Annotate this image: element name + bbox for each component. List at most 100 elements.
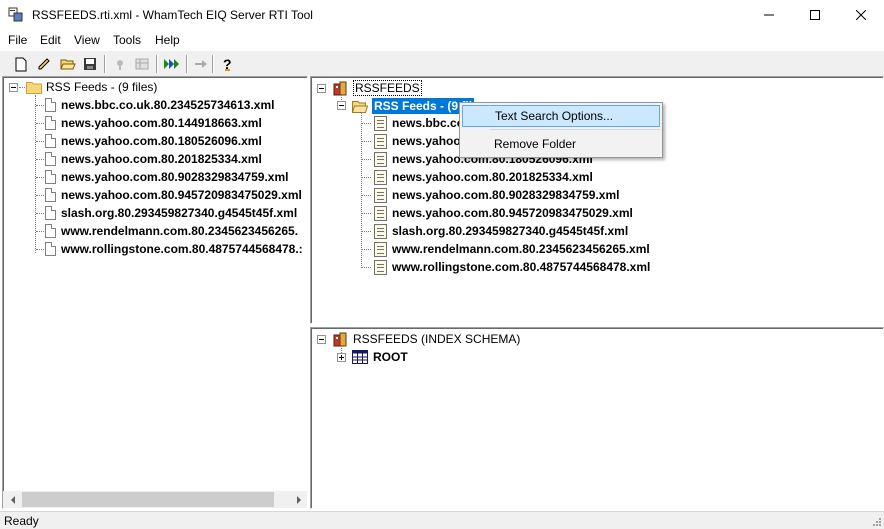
left-tree-file-item[interactable]: news.yahoo.com.80.180526096.xml xyxy=(45,132,262,150)
tree-root-rss-feeds[interactable]: RSS Feeds - (9 files) xyxy=(26,78,157,96)
window-title: RSSFEEDS.rti.xml - WhamTech EIQ Server R… xyxy=(32,8,313,22)
table-icon xyxy=(135,58,149,70)
menu-text-search-options[interactable]: Text Search Options... xyxy=(462,105,660,127)
tree-schema-root[interactable]: RSSFEEDS (INDEX SCHEMA) xyxy=(333,330,520,348)
scroll-left-button[interactable] xyxy=(4,491,21,508)
collapse-toggle[interactable] xyxy=(337,101,346,110)
file-icon xyxy=(45,134,56,148)
edit-icon xyxy=(38,58,50,70)
left-tree-file-item[interactable]: news.bbc.co.uk.80.234525734613.xml xyxy=(45,96,274,114)
status-text: Ready xyxy=(4,514,39,528)
document-icon xyxy=(374,187,387,203)
minimize-icon xyxy=(764,14,774,16)
file-label: news.bbc.co xyxy=(392,116,465,130)
expand-toggle[interactable] xyxy=(337,353,346,362)
chevron-left-icon xyxy=(10,495,15,504)
collapse-toggle[interactable] xyxy=(317,335,326,344)
file-icon xyxy=(45,170,56,184)
save-icon xyxy=(84,58,96,70)
menu-edit[interactable]: Edit xyxy=(40,33,61,47)
file-label: news.yahoo.com.80.201825334.xml xyxy=(61,152,262,166)
maximize-button[interactable] xyxy=(792,0,838,30)
file-icon xyxy=(45,224,56,238)
edit-button[interactable] xyxy=(34,54,54,74)
file-label: slash.org.80.293459827340.g4545t45f.xml xyxy=(61,206,298,220)
index-schema-pane[interactable]: RSSFEEDS (INDEX SCHEMA) ROOT xyxy=(310,327,884,509)
file-label: news.yahoo xyxy=(392,134,461,148)
collapse-toggle[interactable] xyxy=(9,83,18,92)
chevron-right-icon xyxy=(296,495,301,504)
scroll-right-button[interactable] xyxy=(290,491,307,508)
minimize-button[interactable] xyxy=(746,0,792,30)
open-icon xyxy=(60,59,76,70)
table-icon xyxy=(352,350,368,364)
forward-button[interactable] xyxy=(191,54,211,74)
left-tree-file-item[interactable]: news.yahoo.com.80.201825334.xml xyxy=(45,150,262,168)
file-label: news.yahoo.com.80.9028329834759.xml xyxy=(61,170,289,184)
scrollbar-thumb[interactable] xyxy=(22,492,274,507)
left-tree-file-item[interactable]: news.yahoo.com.80.9028329834759.xml xyxy=(45,168,288,186)
tree-schema-root-node[interactable]: ROOT xyxy=(352,348,408,366)
open-button[interactable] xyxy=(58,54,78,74)
folder-icon xyxy=(26,81,42,94)
horizontal-scrollbar[interactable] xyxy=(4,491,307,508)
toolbar-separator xyxy=(212,55,214,73)
tree-root-label: RSSFEEDS xyxy=(353,80,422,96)
right-tree-file-item[interactable]: news.yahoo xyxy=(374,132,461,150)
tree-root-label: RSS Feeds - (9 files) xyxy=(46,80,158,94)
resize-grip-icon[interactable] xyxy=(870,515,882,527)
collapse-toggle[interactable] xyxy=(317,84,326,93)
tree-root-rssfeeds[interactable]: RSSFEEDS xyxy=(333,79,422,97)
file-label: news.yahoo.com.80.945720983475029.xml xyxy=(392,206,633,220)
tool-button[interactable] xyxy=(110,54,130,74)
database-icon xyxy=(333,332,347,346)
close-button[interactable] xyxy=(838,0,884,30)
title-bar: RSSFEEDS.rti.xml - WhamTech EIQ Server R… xyxy=(0,0,884,30)
toolbar-separator xyxy=(156,55,158,73)
new-button[interactable] xyxy=(11,54,31,74)
right-tree-file-item[interactable]: news.bbc.co xyxy=(374,114,464,132)
menu-tools[interactable]: Tools xyxy=(113,33,141,47)
document-icon xyxy=(374,133,387,149)
document-icon xyxy=(374,151,387,167)
save-button[interactable] xyxy=(80,54,100,74)
table-button[interactable] xyxy=(132,54,152,74)
left-tree-file-item[interactable]: www.rollingstone.com.80.4875744568478.: xyxy=(45,240,303,258)
menu-help[interactable]: Help xyxy=(155,33,180,47)
run-all-button[interactable] xyxy=(162,54,182,74)
right-tree-file-item[interactable]: www.rendelmann.com.80.2345623456265.xml xyxy=(374,240,650,258)
toolbar-separator xyxy=(186,55,188,73)
toolbar-separator xyxy=(104,55,106,73)
menu-view[interactable]: View xyxy=(74,33,100,47)
file-label: news.yahoo.com.80.180526096.xml xyxy=(61,134,262,148)
right-tree-file-item[interactable]: news.yahoo.com.80.945720983475029.xml xyxy=(374,204,633,222)
database-icon xyxy=(333,81,347,95)
schema-root-node-label: ROOT xyxy=(373,350,408,364)
file-icon xyxy=(45,152,56,166)
file-label: www.rendelmann.com.80.2345623456265.xml xyxy=(392,242,650,256)
document-icon xyxy=(374,205,387,221)
right-tree-file-item[interactable]: news.yahoo.com.80.9028329834759.xml xyxy=(374,186,619,204)
help-button[interactable]: ? xyxy=(218,54,238,74)
left-tree-file-item[interactable]: news.yahoo.com.80.144918663.xml xyxy=(45,114,262,132)
left-tree-file-item[interactable]: www.rendelmann.com.80.2345623456265. xyxy=(45,222,298,240)
left-file-tree-pane[interactable]: RSS Feeds - (9 files) news.bbc.co.uk.80.… xyxy=(2,76,308,509)
left-tree-file-item[interactable]: slash.org.80.293459827340.g4545t45f.xml xyxy=(45,204,297,222)
menu-file[interactable]: File xyxy=(8,33,27,47)
file-label: news.yahoo.com.80.945720983475029.xml xyxy=(61,188,302,202)
document-icon xyxy=(374,115,387,131)
tree-folder-rss-feeds[interactable]: RSS Feeds - (9 fil xyxy=(352,97,475,115)
app-icon xyxy=(8,7,23,22)
right-tree-file-item[interactable]: www.rollingstone.com.80.4875744568478.xm… xyxy=(374,258,650,276)
arrow-right-icon xyxy=(195,60,207,68)
menu-separator xyxy=(490,129,660,130)
context-menu: Text Search Options... Remove Folder xyxy=(459,102,663,158)
toolbar: ? xyxy=(0,50,884,76)
right-tree-file-item[interactable]: slash.org.80.293459827340.g4545t45f.xml xyxy=(374,222,628,240)
file-icon xyxy=(45,116,56,130)
menu-remove-folder[interactable]: Remove Folder xyxy=(462,133,660,155)
right-tree-file-item[interactable]: news.yahoo.com.80.201825334.xml xyxy=(374,168,593,186)
file-label: www.rollingstone.com.80.4875744568478.: xyxy=(61,242,303,256)
left-tree-file-item[interactable]: news.yahoo.com.80.945720983475029.xml xyxy=(45,186,302,204)
document-icon xyxy=(374,223,387,239)
